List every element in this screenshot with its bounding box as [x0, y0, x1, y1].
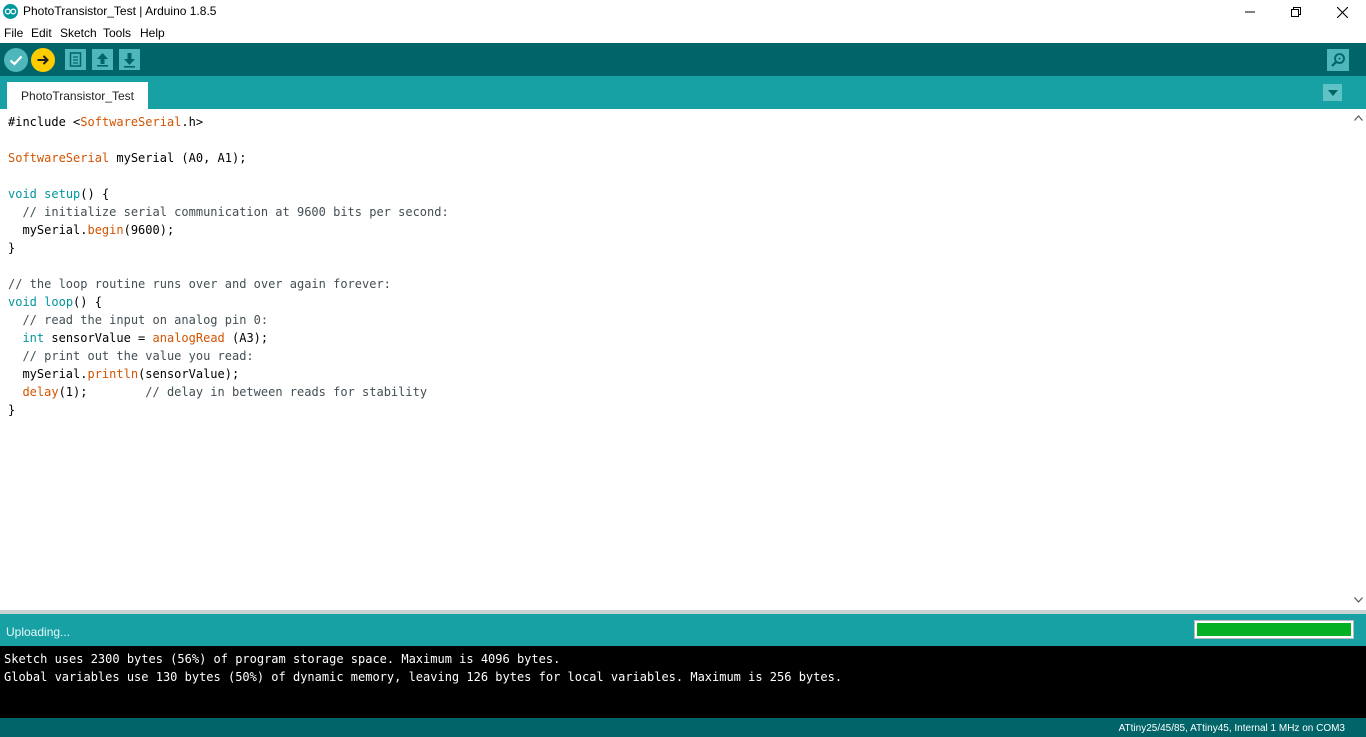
- status-bar: Uploading...: [0, 614, 1366, 646]
- code-token: analogRead: [152, 331, 225, 345]
- tab-bar: PhotoTransistor_Test: [0, 76, 1366, 109]
- code-token: SoftwareSerial: [8, 151, 110, 165]
- tab-phototransistor-test[interactable]: PhotoTransistor_Test: [7, 82, 148, 109]
- title-bar: PhotoTransistor_Test | Arduino 1.8.5: [0, 0, 1366, 24]
- code-line: void loop() {: [8, 295, 102, 309]
- console-line: Sketch uses 2300 bytes (56%) of program …: [4, 652, 561, 666]
- chevron-up-icon: [1353, 115, 1363, 121]
- window-title: PhotoTransistor_Test | Arduino 1.8.5: [23, 4, 217, 18]
- code-token: SoftwareSerial: [80, 115, 182, 129]
- verify-button[interactable]: [4, 48, 28, 72]
- toolbar: [0, 43, 1366, 76]
- board-info: ATtiny25/45/85, ATtiny45, Internal 1 MHz…: [1118, 723, 1345, 734]
- tab-menu-button[interactable]: [1323, 84, 1342, 101]
- code-line: mySerial.begin(9600);: [8, 223, 175, 237]
- code-line: mySerial.println(sensorValue);: [8, 367, 240, 381]
- code-line: #include <SoftwareSerial.h>: [8, 115, 204, 129]
- code-line: }: [8, 241, 16, 255]
- restore-button[interactable]: [1273, 0, 1319, 24]
- code-line: // initialize serial communication at 96…: [8, 205, 449, 219]
- code-editor[interactable]: #include <SoftwareSerial.h> SoftwareSeri…: [0, 109, 1350, 610]
- minimize-button[interactable]: [1227, 0, 1273, 24]
- code-token: loop: [44, 295, 74, 309]
- tab-label: PhotoTransistor_Test: [21, 88, 134, 103]
- code-line: SoftwareSerial mySerial (A0, A1);: [8, 151, 247, 165]
- menu-bar: File Edit Sketch Tools Help: [0, 24, 1366, 44]
- arrow-down-icon: [119, 49, 140, 70]
- upload-progress-bar: [1194, 620, 1354, 639]
- save-button[interactable]: [119, 49, 140, 70]
- open-button[interactable]: [92, 49, 113, 70]
- chevron-down-icon: [1327, 89, 1338, 96]
- upload-button[interactable]: [31, 48, 55, 72]
- code-line: // print out the value you read:: [8, 349, 254, 363]
- menu-file[interactable]: File: [4, 26, 23, 40]
- code-line: delay(1); // delay in between reads for …: [22, 385, 428, 399]
- close-button[interactable]: [1319, 0, 1365, 24]
- board-info-bar: ATtiny25/45/85, ATtiny45, Internal 1 MHz…: [0, 718, 1366, 737]
- check-icon: [4, 48, 28, 72]
- status-text: Uploading...: [6, 625, 71, 639]
- serial-monitor-button[interactable]: [1327, 49, 1349, 71]
- console-output[interactable]: Sketch uses 2300 bytes (56%) of program …: [0, 646, 1366, 718]
- chevron-down-icon: [1353, 597, 1363, 603]
- magnifier-icon: [1327, 49, 1349, 71]
- restore-icon: [1291, 7, 1301, 17]
- arrow-right-icon: [31, 48, 55, 72]
- new-file-icon: [65, 49, 86, 70]
- console-line: Global variables use 130 bytes (50%) of …: [4, 670, 843, 684]
- code-line: // read the input on analog pin 0:: [8, 313, 269, 327]
- code-text: #include <SoftwareSerial.h> SoftwareSeri…: [8, 113, 449, 419]
- code-token: // delay in between reads for stability: [145, 385, 428, 399]
- scroll-up-button[interactable]: [1350, 110, 1366, 126]
- editor-scrollbar[interactable]: [1350, 109, 1366, 610]
- progress-fill: [1197, 623, 1351, 636]
- code-line: }: [8, 403, 16, 417]
- arrow-up-icon: [92, 49, 113, 70]
- code-token: setup: [44, 187, 81, 201]
- menu-tools[interactable]: Tools: [103, 26, 131, 40]
- code-token: delay: [22, 385, 59, 399]
- close-icon: [1336, 6, 1348, 18]
- code-token: println: [87, 367, 139, 381]
- minimize-icon: [1245, 11, 1255, 13]
- menu-sketch[interactable]: Sketch: [60, 26, 97, 40]
- code-token: void: [8, 187, 37, 201]
- new-sketch-button[interactable]: [65, 49, 86, 70]
- code-line: void setup() {: [8, 187, 110, 201]
- code-token: void: [8, 295, 37, 309]
- code-token: begin: [87, 223, 124, 237]
- code-line: // the loop routine runs over and over a…: [8, 277, 391, 291]
- code-token: int: [22, 331, 45, 345]
- scroll-down-button[interactable]: [1350, 592, 1366, 608]
- menu-help[interactable]: Help: [140, 26, 165, 40]
- arduino-logo-icon: [3, 4, 18, 19]
- code-line: int sensorValue = analogRead (A3);: [22, 331, 269, 345]
- menu-edit[interactable]: Edit: [31, 26, 52, 40]
